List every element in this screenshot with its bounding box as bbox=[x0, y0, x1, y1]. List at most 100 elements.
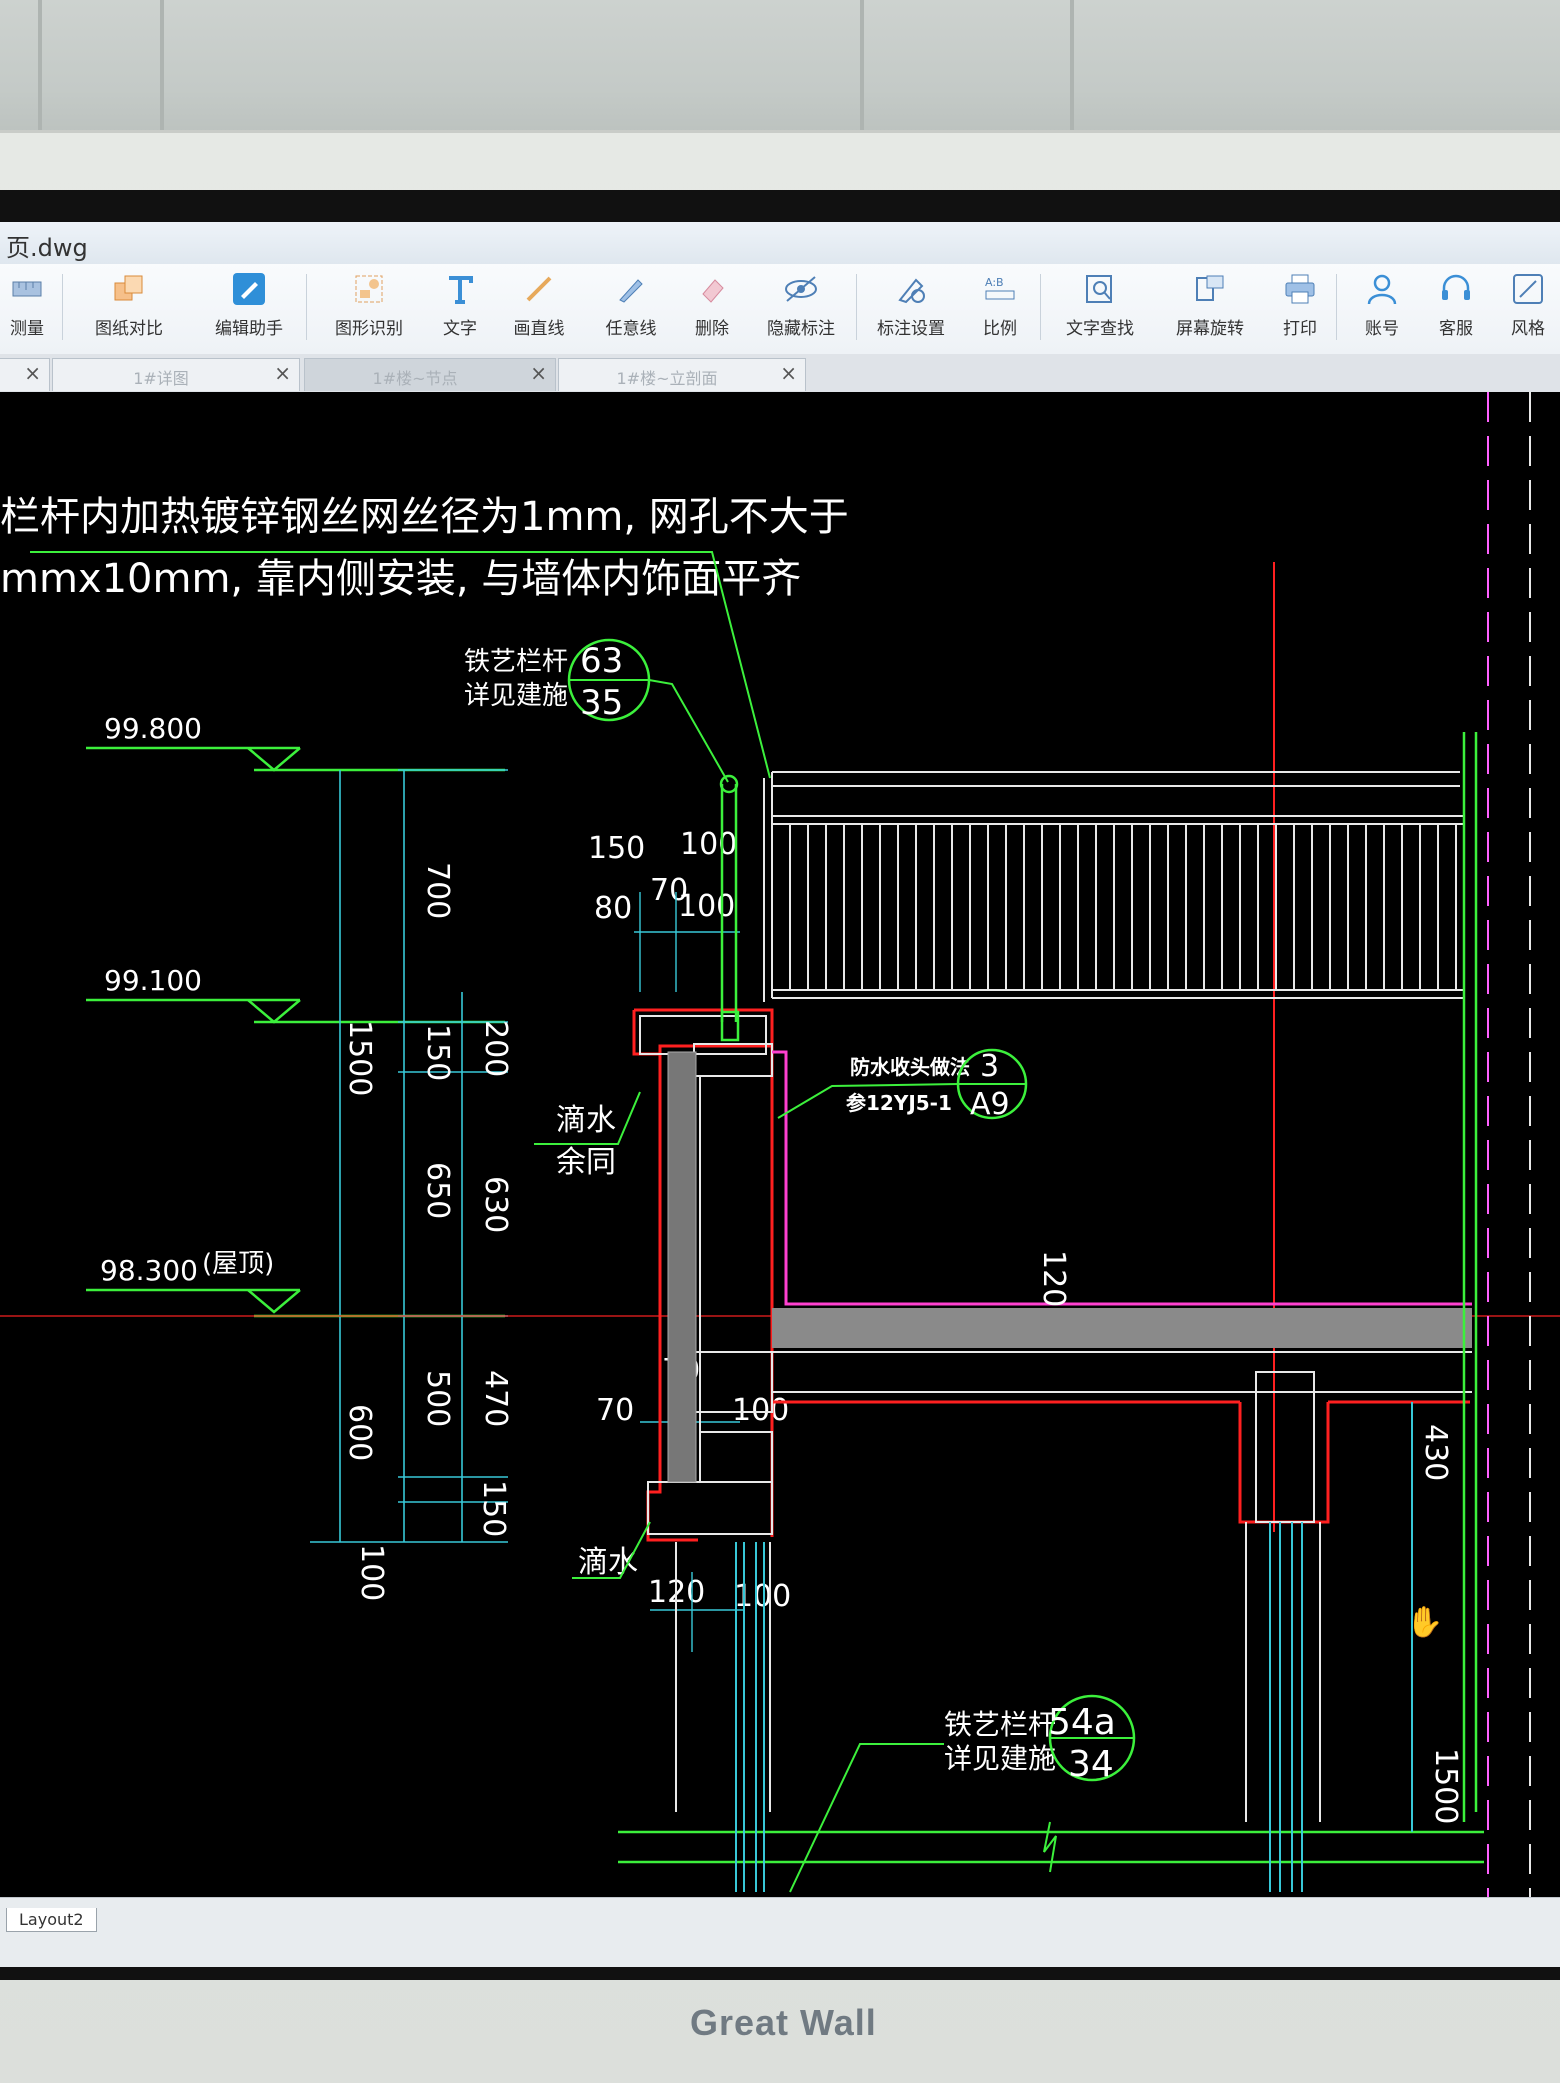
callout-rail-top-leader bbox=[648, 679, 729, 783]
tool-customer-service[interactable]: 客服 bbox=[1428, 270, 1484, 350]
tab-1[interactable]: 1#详图 × bbox=[52, 358, 300, 391]
dim-200: 200 bbox=[478, 1020, 513, 1077]
dim-650: 650 bbox=[420, 1162, 455, 1219]
dim-100: 100 bbox=[354, 1544, 389, 1601]
text-icon bbox=[441, 270, 479, 308]
close-icon[interactable]: × bbox=[530, 361, 547, 385]
close-icon[interactable]: × bbox=[274, 361, 291, 385]
callout-waterproof-sheet: A9 bbox=[970, 1087, 1010, 1122]
tool-style[interactable]: 风格 bbox=[1500, 270, 1556, 350]
callout-waterproof-text2: 参12YJ5-1 bbox=[846, 1091, 952, 1115]
scale-icon: A:B bbox=[981, 270, 1019, 308]
ruler-icon bbox=[8, 270, 46, 308]
callout-rail-bottom-text1: 铁艺栏杆 bbox=[944, 1708, 1056, 1741]
close-icon[interactable]: × bbox=[780, 361, 797, 385]
svg-text:A:B: A:B bbox=[985, 276, 1004, 289]
callout-rail-bottom-num: 54a bbox=[1048, 1702, 1116, 1743]
tool-scale[interactable]: A:B 比例 bbox=[970, 270, 1030, 350]
background-wall bbox=[0, 0, 1560, 150]
rotate-screen-icon bbox=[1191, 270, 1229, 308]
dim-right-1500: 1500 bbox=[1428, 1748, 1463, 1824]
text-search-icon bbox=[1081, 270, 1119, 308]
freehand-icon bbox=[612, 270, 650, 308]
dim-500: 500 bbox=[420, 1370, 455, 1427]
shape-recognition-icon bbox=[350, 270, 388, 308]
callout-rail-bottom-sheet: 34 bbox=[1068, 1744, 1114, 1785]
elevation-99800: 99.800 bbox=[104, 712, 202, 745]
tool-freehand[interactable]: 任意线 bbox=[594, 270, 668, 350]
label-drip-1: 滴水 bbox=[556, 1103, 616, 1138]
tool-rotate-screen[interactable]: 屏幕旋转 bbox=[1168, 270, 1252, 350]
toolbar-separator bbox=[1040, 274, 1041, 340]
dim-150: 150 bbox=[420, 1024, 455, 1081]
layout-tab[interactable]: Layout2 bbox=[6, 1908, 97, 1932]
callout-rail-top-sheet: 35 bbox=[580, 683, 623, 723]
hand-cursor-icon: ✋ bbox=[1406, 1604, 1443, 1640]
annotation-settings-icon bbox=[892, 270, 930, 308]
tool-annotation-settings[interactable]: 标注设置 bbox=[866, 270, 956, 350]
tab-0[interactable]: × bbox=[0, 358, 50, 391]
edit-assistant-icon bbox=[230, 270, 268, 308]
document-tabs: × 1#详图 × 1#楼~节点 × 1#楼~立剖面 × bbox=[0, 354, 1560, 393]
toolbar-separator bbox=[856, 274, 857, 340]
break-symbol bbox=[1043, 1821, 1057, 1873]
callout-waterproof-num: 3 bbox=[980, 1049, 999, 1084]
dim-right-120: 120 bbox=[1036, 1250, 1071, 1307]
note-line-2: mmx10mm, 靠内侧安装, 与墙体内饰面平齐 bbox=[0, 556, 801, 602]
dim-600: 600 bbox=[342, 1404, 377, 1461]
tool-print[interactable]: 打印 bbox=[1272, 270, 1328, 350]
dim-mid-80: 80 bbox=[594, 891, 632, 926]
dim-mid-100c: 100 bbox=[732, 1393, 789, 1428]
tool-edit-assistant[interactable]: 编辑助手 bbox=[204, 270, 294, 350]
elevation-98300: 98.300 bbox=[100, 1254, 198, 1287]
callout-rail-top-text2: 详见建施 bbox=[464, 681, 568, 711]
dim-right-430: 430 bbox=[1418, 1424, 1453, 1481]
tool-account[interactable]: 账号 bbox=[1354, 270, 1410, 350]
account-icon bbox=[1363, 270, 1401, 308]
dim-1500: 1500 bbox=[342, 1020, 377, 1096]
tool-erase[interactable]: 删除 bbox=[684, 270, 740, 350]
dim-mid-100b: 100 bbox=[678, 889, 735, 924]
dim-150b: 150 bbox=[476, 1480, 511, 1537]
callout-anchor bbox=[719, 774, 739, 794]
toolbar-separator bbox=[1336, 274, 1337, 340]
line-icon bbox=[520, 270, 558, 308]
callout-rail-bottom-text2: 详见建施 bbox=[944, 1742, 1056, 1775]
toolbar-separator bbox=[62, 274, 63, 340]
note-line-1: 栏杆内加热镀锌钢丝网丝径为1mm, 网孔不大于 bbox=[0, 494, 849, 540]
tool-text[interactable]: 文字 bbox=[432, 270, 488, 350]
tool-line[interactable]: 画直线 bbox=[504, 270, 574, 350]
tab-2[interactable]: 1#楼~节点 × bbox=[304, 358, 556, 391]
tool-measure[interactable]: 测量 bbox=[0, 270, 54, 350]
elevation-99100: 99.100 bbox=[104, 964, 202, 997]
roof-slab bbox=[772, 1308, 1472, 1348]
dim-470: 470 bbox=[478, 1370, 513, 1427]
tool-hide-annotation[interactable]: 隐藏标注 bbox=[756, 270, 846, 350]
tool-shape-recognition[interactable]: 图形识别 bbox=[326, 270, 412, 350]
toolbar: 测量 图纸对比 编辑助手 图形识别 文字 画直线 任意线 删除 隐藏标注 标注设… bbox=[0, 264, 1560, 355]
callout-leader bbox=[789, 1743, 944, 1893]
callout-rail-top-text1: 铁艺栏杆 bbox=[464, 647, 568, 677]
tool-compare[interactable]: 图纸对比 bbox=[84, 270, 174, 350]
monitor-brand-logo: Great Wall bbox=[690, 2002, 877, 2043]
compare-icon bbox=[110, 270, 148, 308]
callout-rail-top-num: 63 bbox=[580, 641, 623, 681]
elevation-roof-label: (屋顶) bbox=[202, 1249, 274, 1279]
drawing-canvas[interactable]: 栏杆内加热镀锌钢丝网丝径为1mm, 网孔不大于 mmx10mm, 靠内侧安装, … bbox=[0, 392, 1560, 1897]
insulation-layer bbox=[667, 1051, 697, 1483]
headset-icon bbox=[1437, 270, 1475, 308]
dim-700: 700 bbox=[420, 862, 455, 919]
tab-3[interactable]: 1#楼~立剖面 × bbox=[558, 358, 806, 391]
dim-mid-100d: 100 bbox=[734, 1579, 791, 1614]
dim-630: 630 bbox=[478, 1176, 513, 1233]
toolbar-separator bbox=[306, 274, 307, 340]
window-titlebar: 页.dwg bbox=[0, 222, 1560, 265]
eraser-icon bbox=[693, 270, 731, 308]
status-bar: Layout2 bbox=[0, 1897, 1560, 1967]
tool-text-search[interactable]: 文字查找 bbox=[1058, 270, 1142, 350]
dim-mid-70c: 70 bbox=[596, 1393, 634, 1428]
label-drip-same: 余同 bbox=[556, 1145, 616, 1180]
railing-balusters bbox=[789, 824, 1457, 990]
window-title: 页.dwg bbox=[6, 234, 88, 262]
close-icon[interactable]: × bbox=[24, 361, 41, 385]
